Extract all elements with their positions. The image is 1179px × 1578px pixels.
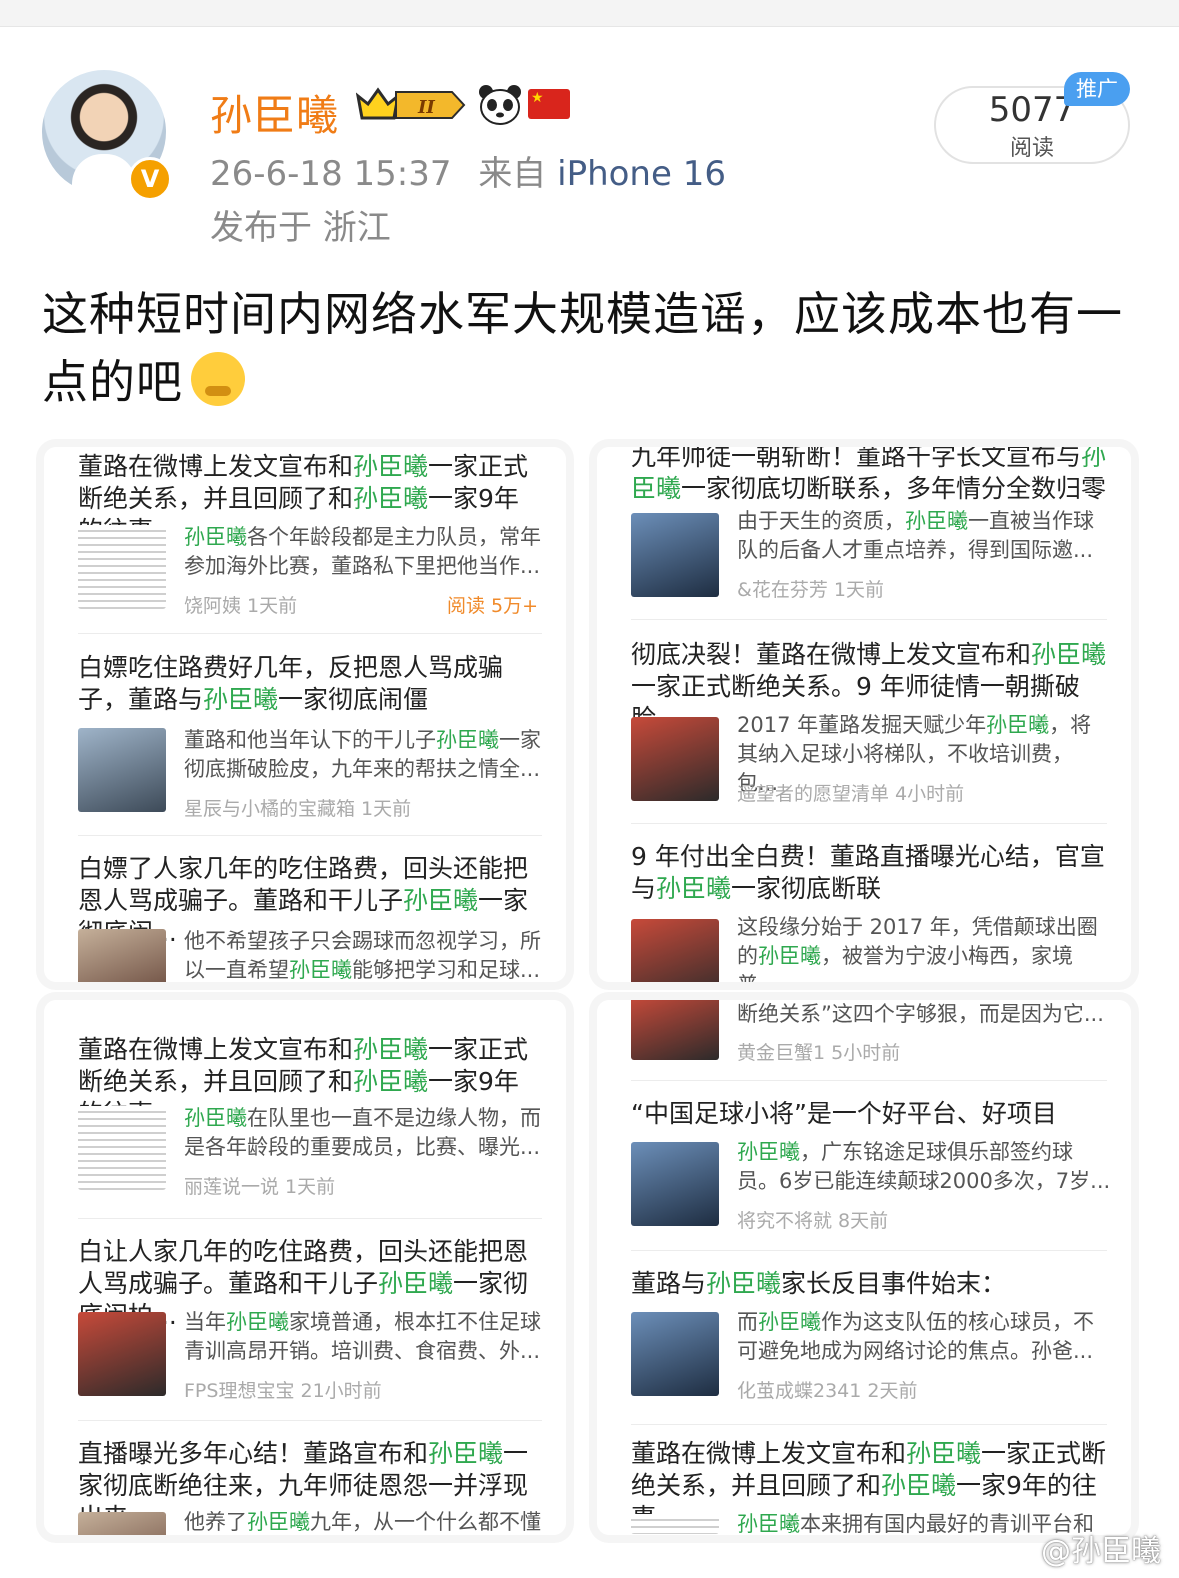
divider bbox=[631, 823, 1107, 824]
article-meta: 丽莲说一说 1天前 bbox=[184, 1176, 336, 1198]
article-thumbnail bbox=[78, 1106, 166, 1190]
divider bbox=[631, 1250, 1107, 1251]
username[interactable]: 孙臣曦 bbox=[210, 82, 339, 143]
article-meta: 化茧成蝶2341 2天前 bbox=[737, 1380, 918, 1402]
divider bbox=[78, 1420, 542, 1421]
article-excerpt: 董路和他当年认下的干儿子孙臣曦一家彻底撕破脸皮，九年来的帮扶之情全... bbox=[184, 728, 541, 781]
divider bbox=[78, 1218, 542, 1219]
article-thumbnail bbox=[631, 1514, 719, 1534]
article-thumbnail bbox=[631, 1000, 719, 1060]
article-meta: 黄金巨蟹1 5小时前 bbox=[737, 1042, 901, 1064]
read-stat: 阅读 5万+ bbox=[446, 595, 538, 617]
article-meta: 遥望者的愿望清单 4小时前 bbox=[737, 783, 965, 805]
article-title: 董路与孙臣曦家长反目事件始末： bbox=[631, 1269, 1007, 1298]
article-item[interactable]: 董路在微博上发文宣布和孙臣曦一家正式断绝关系，并且回顾了和孙臣曦一家9年的往事 … bbox=[44, 451, 566, 623]
article-excerpt: 由于天生的资质，孙臣曦一直被当作球队的后备人才重点培养，得到国际邀... bbox=[737, 509, 1094, 562]
article-title: 9 年付出全白费！董路直播曝光心结，官宣与孙臣曦一家彻底断联 bbox=[631, 842, 1105, 903]
divider bbox=[631, 1424, 1107, 1425]
article-excerpt: 而孙臣曦作为这支队伍的核心球员，不可避免地成为网络讨论的焦点。孙爸... bbox=[737, 1310, 1094, 1363]
article-item[interactable]: 9 年付出全白费！董路直播曝光心结，官宣与孙臣曦一家彻底断联 这段缘分始于 20… bbox=[597, 841, 1131, 982]
article-excerpt: 他不希望孩子只会踢球而忽视学习，所以一直希望孙臣曦能够把学习和足球... bbox=[184, 929, 541, 982]
top-divider bbox=[0, 0, 1179, 27]
china-flag-icon: ★ bbox=[528, 89, 570, 119]
shush-emoji-icon bbox=[191, 352, 245, 406]
divider bbox=[78, 633, 542, 634]
article-item[interactable]: 彻底决裂！董路在微博上发文宣布和孙臣曦一家正式断绝关系。9 年师徒情一朝撕破脸，… bbox=[597, 639, 1131, 809]
article-meta: 星辰与小橘的宝藏箱 1天前 bbox=[184, 798, 412, 820]
article-excerpt: 他养了孙臣曦九年，从一个什么都不懂 bbox=[184, 1510, 541, 1534]
article-item[interactable]: 董路在微博上发文宣布和孙臣曦一家正式断绝关系，并且回顾了和孙臣曦一家9年的往事 … bbox=[44, 1034, 566, 1206]
post-text: 这种短时间内网络水军大规模造谣，应该成本也有一点的吧 bbox=[42, 280, 1132, 416]
svg-text:II: II bbox=[417, 97, 435, 118]
article-title: 白嫖吃住路费好几年，反把恩人骂成骗子，董路与孙臣曦一家彻底闹僵 bbox=[78, 653, 504, 714]
divider bbox=[78, 835, 542, 836]
post-location: 发布于 浙江 bbox=[210, 208, 391, 248]
screenshot-panel-bottom-right: 断绝关系”这四个字够狠，而是因为它... 黄金巨蟹1 5小时前 “中国足球小将”… bbox=[597, 1000, 1131, 1535]
device-link[interactable]: iPhone 16 bbox=[557, 154, 726, 194]
article-item[interactable]: 九年帅徒一朝斩断！董路千字长文宣布与孙臣曦一家彻底切断联系，多年情分全数归零 由… bbox=[597, 447, 1131, 601]
article-excerpt: 断绝关系”这四个字够狠，而是因为它... bbox=[737, 1002, 1104, 1026]
article-item[interactable]: 白嫖吃住路费好几年，反把恩人骂成骗子，董路与孙臣曦一家彻底闹僵 董路和他当年认下… bbox=[44, 652, 566, 822]
verified-icon: V bbox=[128, 157, 172, 201]
post-meta: 26-6-18 15:37 来自 iPhone 16 bbox=[210, 146, 726, 195]
article-thumbnail bbox=[78, 1512, 166, 1535]
article-item[interactable]: 白让人家几年的吃住路费，回头还能把恩人骂成骗子。董路和干儿子孙臣曦一家彻底闹柏.… bbox=[44, 1236, 566, 1406]
vip-crown-icon: II bbox=[356, 87, 466, 120]
article-item[interactable]: 直播曝光多年心结！董路宣布和孙臣曦一家彻底断绝往来，九年师徒恩怨一并浮现出来 他… bbox=[44, 1438, 566, 1535]
promote-button[interactable]: 推广 bbox=[1064, 72, 1130, 106]
article-meta: 饶阿姨 1天前 阅读 5万+ bbox=[184, 591, 546, 618]
article-meta: &花在芬芳 1天前 bbox=[737, 579, 884, 601]
panda-icon bbox=[479, 85, 521, 125]
article-item[interactable]: 董路与孙臣曦家长反目事件始末： 而孙臣曦作为这支队伍的核心球员，不可避免地成为网… bbox=[597, 1268, 1131, 1408]
article-thumbnail bbox=[631, 919, 719, 982]
screenshot-panel-top-left: 董路在微博上发文宣布和孙臣曦一家正式断绝关系，并且回顾了和孙臣曦一家9年的往事 … bbox=[44, 447, 566, 982]
article-meta: 将究不将就 8天前 bbox=[737, 1210, 889, 1232]
screenshot-panel-bottom-left: 董路在微博上发文宣布和孙臣曦一家正式断绝关系，并且回顾了和孙臣曦一家9年的往事 … bbox=[44, 1000, 566, 1535]
source-label: 来自 bbox=[478, 154, 547, 194]
article-excerpt: 孙臣曦各个年龄段都是主力队员，常年参加海外比赛，董路私下里把他当作... bbox=[184, 525, 541, 578]
article-thumbnail bbox=[78, 525, 166, 609]
article-thumbnail bbox=[78, 1312, 166, 1396]
article-thumbnail bbox=[631, 1312, 719, 1396]
article-thumbnail bbox=[78, 728, 166, 812]
post-timestamp: 26-6-18 15:37 bbox=[210, 154, 452, 194]
article-thumbnail bbox=[78, 929, 166, 982]
divider bbox=[631, 1080, 1107, 1081]
screenshot-panel-top-right: 九年帅徒一朝斩断！董路千字长文宣布与孙臣曦一家彻底切断联系，多年情分全数归零 由… bbox=[597, 447, 1131, 982]
article-excerpt: 当年孙臣曦家境普通，根本扛不住足球青训高昂开销。培训费、食宿费、外... bbox=[184, 1310, 541, 1363]
article-excerpt: 孙臣曦在队里也一直不是边缘人物，而是各年龄段的重要成员，比赛、曝光... bbox=[184, 1106, 541, 1159]
article-title: 九年帅徒一朝斩断！董路千字长文宣布与孙臣曦一家彻底切断联系，多年情分全数归零 bbox=[631, 447, 1107, 503]
article-title: “中国足球小将”是一个好平台、好项目 bbox=[631, 1099, 1057, 1128]
article-thumbnail bbox=[631, 513, 719, 597]
divider bbox=[631, 619, 1107, 620]
weibo-watermark: @孙臣曦 bbox=[1041, 1534, 1161, 1569]
article-item[interactable]: “中国足球小将”是一个好平台、好项目 孙臣曦，广东铭途足球俱乐部签约球员。6岁已… bbox=[597, 1098, 1131, 1238]
article-excerpt: 这段缘分始于 2017 年，凭借颠球出圈的孙臣曦，被誉为宁波小梅西，家境普... bbox=[737, 915, 1098, 982]
article-excerpt: 孙臣曦，广东铭途足球俱乐部签约球员。6岁已能连续颠球2000多次，7岁... bbox=[737, 1140, 1111, 1193]
article-meta: FPS理想宝宝 21小时前 bbox=[184, 1380, 382, 1402]
article-item[interactable]: 断绝关系”这四个字够狠，而是因为它... 黄金巨蟹1 5小时前 bbox=[597, 1000, 1131, 1072]
article-thumbnail bbox=[631, 1142, 719, 1226]
article-thumbnail bbox=[631, 717, 719, 801]
read-label: 阅读 bbox=[1009, 136, 1054, 161]
article-item[interactable]: 白嫖了人家几年的吃住路费，回头还能把恩人骂成骗子。董路和干儿子孙臣曦一家彻底闹.… bbox=[44, 853, 566, 982]
article-item[interactable]: 董路在微博上发文宣布和孙臣曦一家正式断绝关系，并且回顾了和孙臣曦一家9年的往事.… bbox=[597, 1438, 1131, 1535]
